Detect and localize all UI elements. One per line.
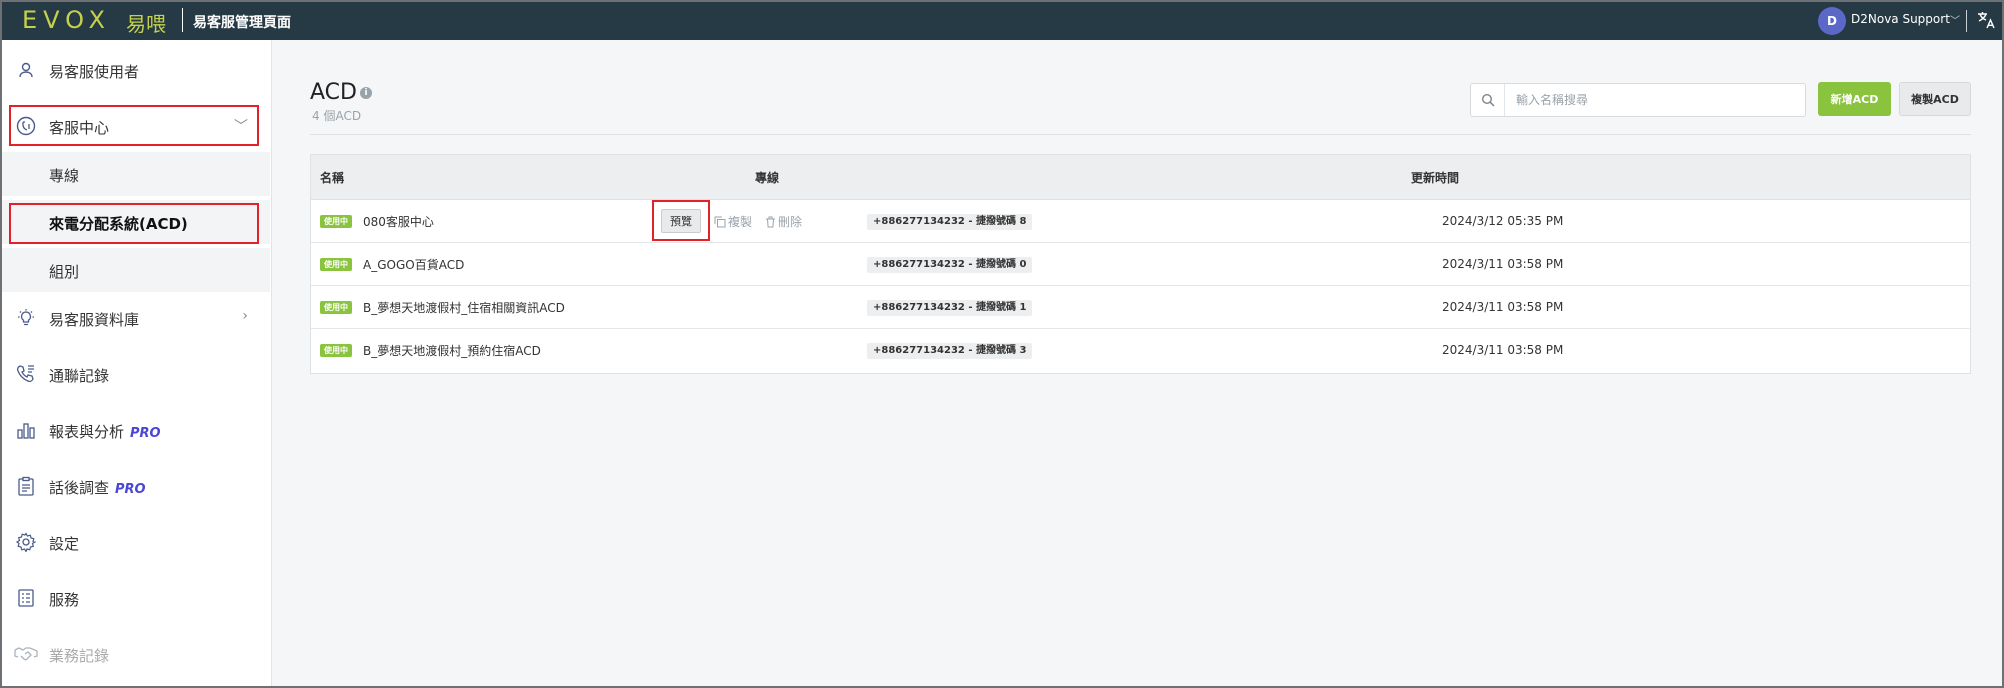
trash-icon	[766, 216, 775, 228]
updated-time: 2024/3/11 03:58 PM	[1442, 257, 1564, 271]
column-header-line[interactable]: 專線	[755, 169, 779, 186]
sidebar-item-users[interactable]: 易客服使用者	[2, 48, 270, 92]
acd-name[interactable]: B_夢想天地渡假村_預約住宿ACD	[363, 342, 541, 359]
table-header: 名稱 專線 更新時間	[311, 155, 1970, 200]
translate-icon[interactable]	[1976, 10, 1996, 30]
column-header-name[interactable]: 名稱	[320, 169, 344, 186]
sidebar-item-label: 易客服使用者	[49, 63, 140, 81]
search-icon	[1481, 93, 1495, 107]
service-list-icon	[18, 589, 34, 607]
bar-chart-icon	[17, 423, 35, 439]
chevron-right-icon: ›	[242, 308, 248, 324]
main-content: ACD i 4 個ACD 新增ACD 複製ACD 名稱 專線 更新時間 使用中	[272, 40, 2002, 686]
sidebar-item-label: 服務	[49, 591, 80, 609]
sidebar-item-business-log: 業務記錄	[2, 632, 270, 676]
acd-name[interactable]: B_夢想天地渡假村_住宿相關資訊ACD	[363, 299, 565, 316]
acd-count: 4 個ACD	[312, 109, 362, 123]
sidebar-item-database[interactable]: 易客服資料庫 ›	[2, 296, 270, 340]
sidebar-subitem-lines[interactable]: 專線	[2, 152, 270, 196]
sidebar-item-label: 組別	[49, 263, 80, 281]
sidebar-item-service[interactable]: 服務	[2, 576, 270, 620]
survey-icon	[18, 476, 34, 496]
acd-name[interactable]: 080客服中心	[363, 213, 434, 230]
info-icon[interactable]: i	[360, 87, 372, 99]
row-delete-action[interactable]: 刪除	[765, 213, 802, 230]
acd-name[interactable]: A_GOGO百貨ACD	[363, 256, 464, 273]
table-row[interactable]: 使用中 B_夢想天地渡假村_住宿相關資訊ACD +886277134232 - …	[311, 286, 1970, 329]
gear-icon	[16, 532, 36, 552]
status-badge: 使用中	[320, 344, 352, 357]
app-title: 易客服管理頁面	[193, 15, 291, 31]
user-icon	[19, 62, 33, 78]
sidebar-item-survey[interactable]: 話後調查 PRO	[2, 464, 270, 508]
search-input[interactable]	[1506, 84, 1804, 116]
sidebar: 易客服使用者 客服中心 ﹀ 專線 來電分配系統(ACD) 組別 易客服資料庫 ›…	[2, 40, 272, 686]
copy-icon	[714, 216, 726, 228]
logo-divider	[182, 8, 183, 32]
header-divider	[310, 134, 1971, 135]
page-title: ACD	[310, 80, 357, 105]
app-window: EVOX 易喂 易客服管理頁面 D D2Nova Support ﹀ 易客服使用…	[0, 0, 2004, 688]
table-row[interactable]: 使用中 B_夢想天地渡假村_預約住宿ACD +886277134232 - 捷撥…	[311, 329, 1970, 372]
highlight-box-preview	[652, 200, 710, 241]
sidebar-item-label: 報表與分析 PRO	[49, 423, 161, 441]
sidebar-item-label: 話後調查 PRO	[49, 479, 146, 497]
handshake-icon	[14, 647, 38, 661]
top-divider	[1966, 10, 1967, 32]
phone-log-icon	[16, 365, 34, 383]
line-tag: +886277134232 - 捷撥號碼 3	[867, 343, 1033, 359]
pro-badge: PRO	[115, 482, 146, 497]
line-tag: +886277134232 - 捷撥號碼 1	[867, 300, 1033, 316]
pro-badge: PRO	[130, 426, 161, 441]
row-copy-action[interactable]: 複製	[714, 213, 752, 230]
line-tag: +886277134232 - 捷撥號碼 0	[867, 257, 1033, 273]
updated-time: 2024/3/11 03:58 PM	[1442, 343, 1564, 357]
chevron-down-icon[interactable]: ﹀	[1950, 12, 1960, 27]
updated-time: 2024/3/11 03:58 PM	[1442, 300, 1564, 314]
lightbulb-icon	[18, 309, 34, 326]
sidebar-item-label: 易客服資料庫	[49, 311, 140, 329]
logo-cn-text: 易喂	[126, 12, 166, 36]
sidebar-item-settings[interactable]: 設定	[2, 520, 270, 564]
updated-time: 2024/3/12 05:35 PM	[1442, 214, 1564, 228]
sidebar-item-call-log[interactable]: 通聯記錄	[2, 352, 270, 396]
sidebar-item-reports[interactable]: 報表與分析 PRO	[2, 408, 270, 452]
sidebar-item-label: 業務記錄	[49, 647, 110, 665]
copy-acd-button[interactable]: 複製ACD	[1899, 82, 1971, 116]
search-icon-wrapper	[1471, 84, 1505, 116]
table-row[interactable]: 使用中 080客服中心 預覽 複製 刪除 +886277134232 - 捷撥號…	[311, 200, 1970, 243]
status-badge: 使用中	[320, 301, 352, 314]
line-tag: +886277134232 - 捷撥號碼 8	[867, 214, 1033, 230]
top-bar: EVOX 易喂 易客服管理頁面 D D2Nova Support ﹀	[2, 2, 2002, 40]
search-box	[1470, 83, 1806, 117]
sidebar-subitem-groups[interactable]: 組別	[2, 248, 270, 292]
acd-table: 名稱 專線 更新時間 使用中 080客服中心 預覽 複製 刪除 +8862771…	[310, 154, 1971, 374]
sidebar-item-label: 設定	[49, 535, 80, 553]
sidebar-item-label: 專線	[49, 167, 80, 185]
status-badge: 使用中	[320, 215, 352, 228]
highlight-box-call-center	[9, 105, 259, 146]
status-badge: 使用中	[320, 258, 352, 271]
user-avatar[interactable]: D	[1818, 7, 1846, 35]
add-acd-button[interactable]: 新增ACD	[1818, 82, 1891, 116]
highlight-box-acd	[9, 203, 259, 244]
evox-logo[interactable]: EVOX	[22, 6, 111, 34]
column-header-updated[interactable]: 更新時間	[1411, 169, 1459, 186]
sidebar-item-label: 通聯記錄	[49, 367, 110, 385]
user-menu[interactable]: D2Nova Support	[1851, 12, 1950, 26]
table-row[interactable]: 使用中 A_GOGO百貨ACD +886277134232 - 捷撥號碼 0 2…	[311, 243, 1970, 286]
